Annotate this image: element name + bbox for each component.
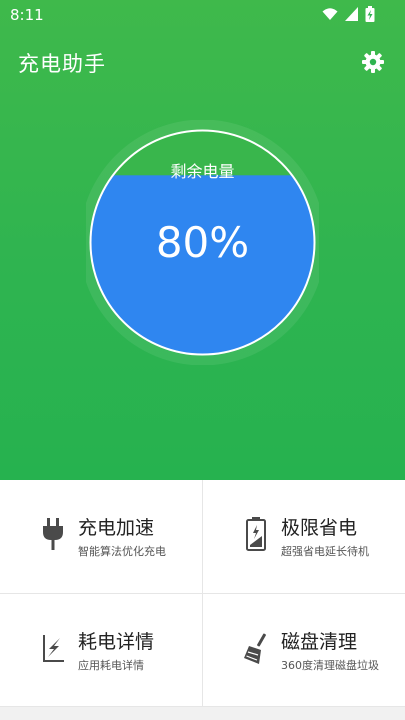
status-bar: 8:11 — [0, 0, 405, 28]
battery-charging-icon — [365, 6, 375, 22]
feature-card-charge-boost[interactable]: 充电加速 智能算法优化充电 — [0, 480, 202, 593]
broom-icon — [243, 630, 269, 666]
battery-gauge: 剩余电量 80% — [79, 119, 326, 366]
app-title: 充电助手 — [18, 52, 106, 76]
feature-title: 极限省电 — [281, 517, 358, 539]
feature-subtitle: 超强省电延长待机 — [281, 545, 369, 558]
feature-card-disk-cleanup[interactable]: 磁盘清理 360度清理磁盘垃圾 — [203, 594, 405, 707]
feature-subtitle: 应用耗电详情 — [78, 659, 144, 672]
status-time: 8:11 — [10, 6, 44, 24]
wifi-icon — [322, 6, 338, 22]
feature-card-power-saver[interactable]: 极限省电 超强省电延长待机 — [203, 480, 405, 593]
feature-title: 磁盘清理 — [281, 631, 358, 653]
feature-subtitle: 智能算法优化充电 — [78, 545, 166, 558]
bottom-strip — [0, 706, 405, 720]
header-hero: 8:11 充电助手 剩余电量 80% — [0, 0, 405, 480]
feature-title: 充电加速 — [78, 517, 155, 539]
signal-icon — [344, 6, 359, 22]
feature-subtitle: 360度清理磁盘垃圾 — [281, 659, 379, 672]
settings-button[interactable] — [361, 50, 385, 74]
power-chart-icon — [40, 630, 66, 666]
feature-title: 耗电详情 — [78, 631, 155, 653]
gauge-title: 剩余电量 — [170, 162, 235, 181]
battery-saver-icon — [243, 516, 269, 552]
gear-icon — [362, 51, 384, 73]
plug-icon — [40, 516, 66, 552]
status-icons — [322, 6, 375, 22]
feature-card-power-details[interactable]: 耗电详情 应用耗电详情 — [0, 594, 202, 707]
battery-percentage: 80% — [155, 218, 250, 267]
